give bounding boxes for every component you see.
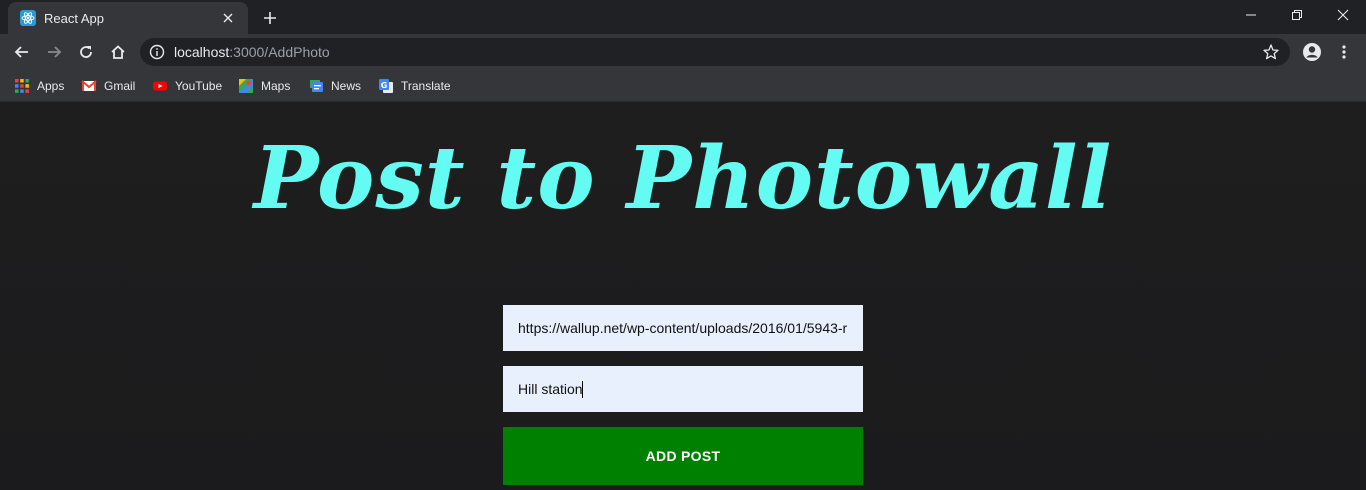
tab-react-app[interactable]: React App <box>8 2 248 34</box>
bookmark-youtube[interactable]: YouTube <box>152 76 222 96</box>
address-bar[interactable]: localhost:3000/AddPhoto <box>140 38 1290 66</box>
bookmark-label: Apps <box>37 79 65 93</box>
tab-title: React App <box>44 10 104 26</box>
bookmark-star-icon[interactable] <box>1262 43 1280 61</box>
close-window-button[interactable] <box>1320 0 1366 30</box>
apps-grid-icon <box>14 78 30 94</box>
page-content: Post to Photowall ADD POST <box>0 102 1366 490</box>
description-input[interactable] <box>503 366 863 412</box>
tab-strip: React App <box>0 0 1366 34</box>
maps-icon <box>238 78 254 94</box>
svg-text:G: G <box>381 81 388 90</box>
profile-avatar-icon[interactable] <box>1298 38 1326 66</box>
url-host: localhost <box>174 44 230 60</box>
bookmark-translate[interactable]: G Translate <box>378 76 451 96</box>
add-post-button[interactable]: ADD POST <box>503 427 863 485</box>
new-tab-button[interactable] <box>258 6 282 30</box>
bookmark-label: News <box>331 79 362 93</box>
bookmark-news[interactable]: News <box>308 76 361 96</box>
text-cursor <box>582 381 583 398</box>
react-logo-icon <box>20 10 36 26</box>
restore-window-button[interactable] <box>1274 0 1320 30</box>
tab-close-icon[interactable] <box>218 8 238 28</box>
bookmark-maps[interactable]: Maps <box>238 76 290 96</box>
photo-link-input[interactable] <box>503 305 863 351</box>
page-title: Post to Photowall <box>253 128 1113 229</box>
bookmark-label: Translate <box>401 79 451 93</box>
bookmark-label: YouTube <box>175 79 223 93</box>
address-url: localhost:3000/AddPhoto <box>174 44 330 60</box>
browser-toolbar: localhost:3000/AddPhoto <box>0 34 1366 70</box>
bookmark-label: Gmail <box>104 79 136 93</box>
url-path: :3000/AddPhoto <box>229 44 330 60</box>
forward-button[interactable] <box>40 38 68 66</box>
bookmark-gmail[interactable]: Gmail <box>81 76 135 96</box>
translate-icon: G <box>378 78 394 94</box>
bookmark-label: Maps <box>261 79 291 93</box>
back-button[interactable] <box>8 38 36 66</box>
bookmark-apps[interactable]: Apps <box>14 76 64 96</box>
youtube-icon <box>152 78 168 94</box>
site-info-icon[interactable] <box>149 44 165 60</box>
gmail-icon <box>81 78 97 94</box>
bookmarks-bar: Apps Gmail YouTube Maps News G Translate <box>0 70 1366 102</box>
minimize-window-button[interactable] <box>1228 0 1274 30</box>
news-icon <box>308 78 324 94</box>
more-menu-icon[interactable] <box>1330 38 1358 66</box>
home-button[interactable] <box>104 38 132 66</box>
reload-button[interactable] <box>72 38 100 66</box>
